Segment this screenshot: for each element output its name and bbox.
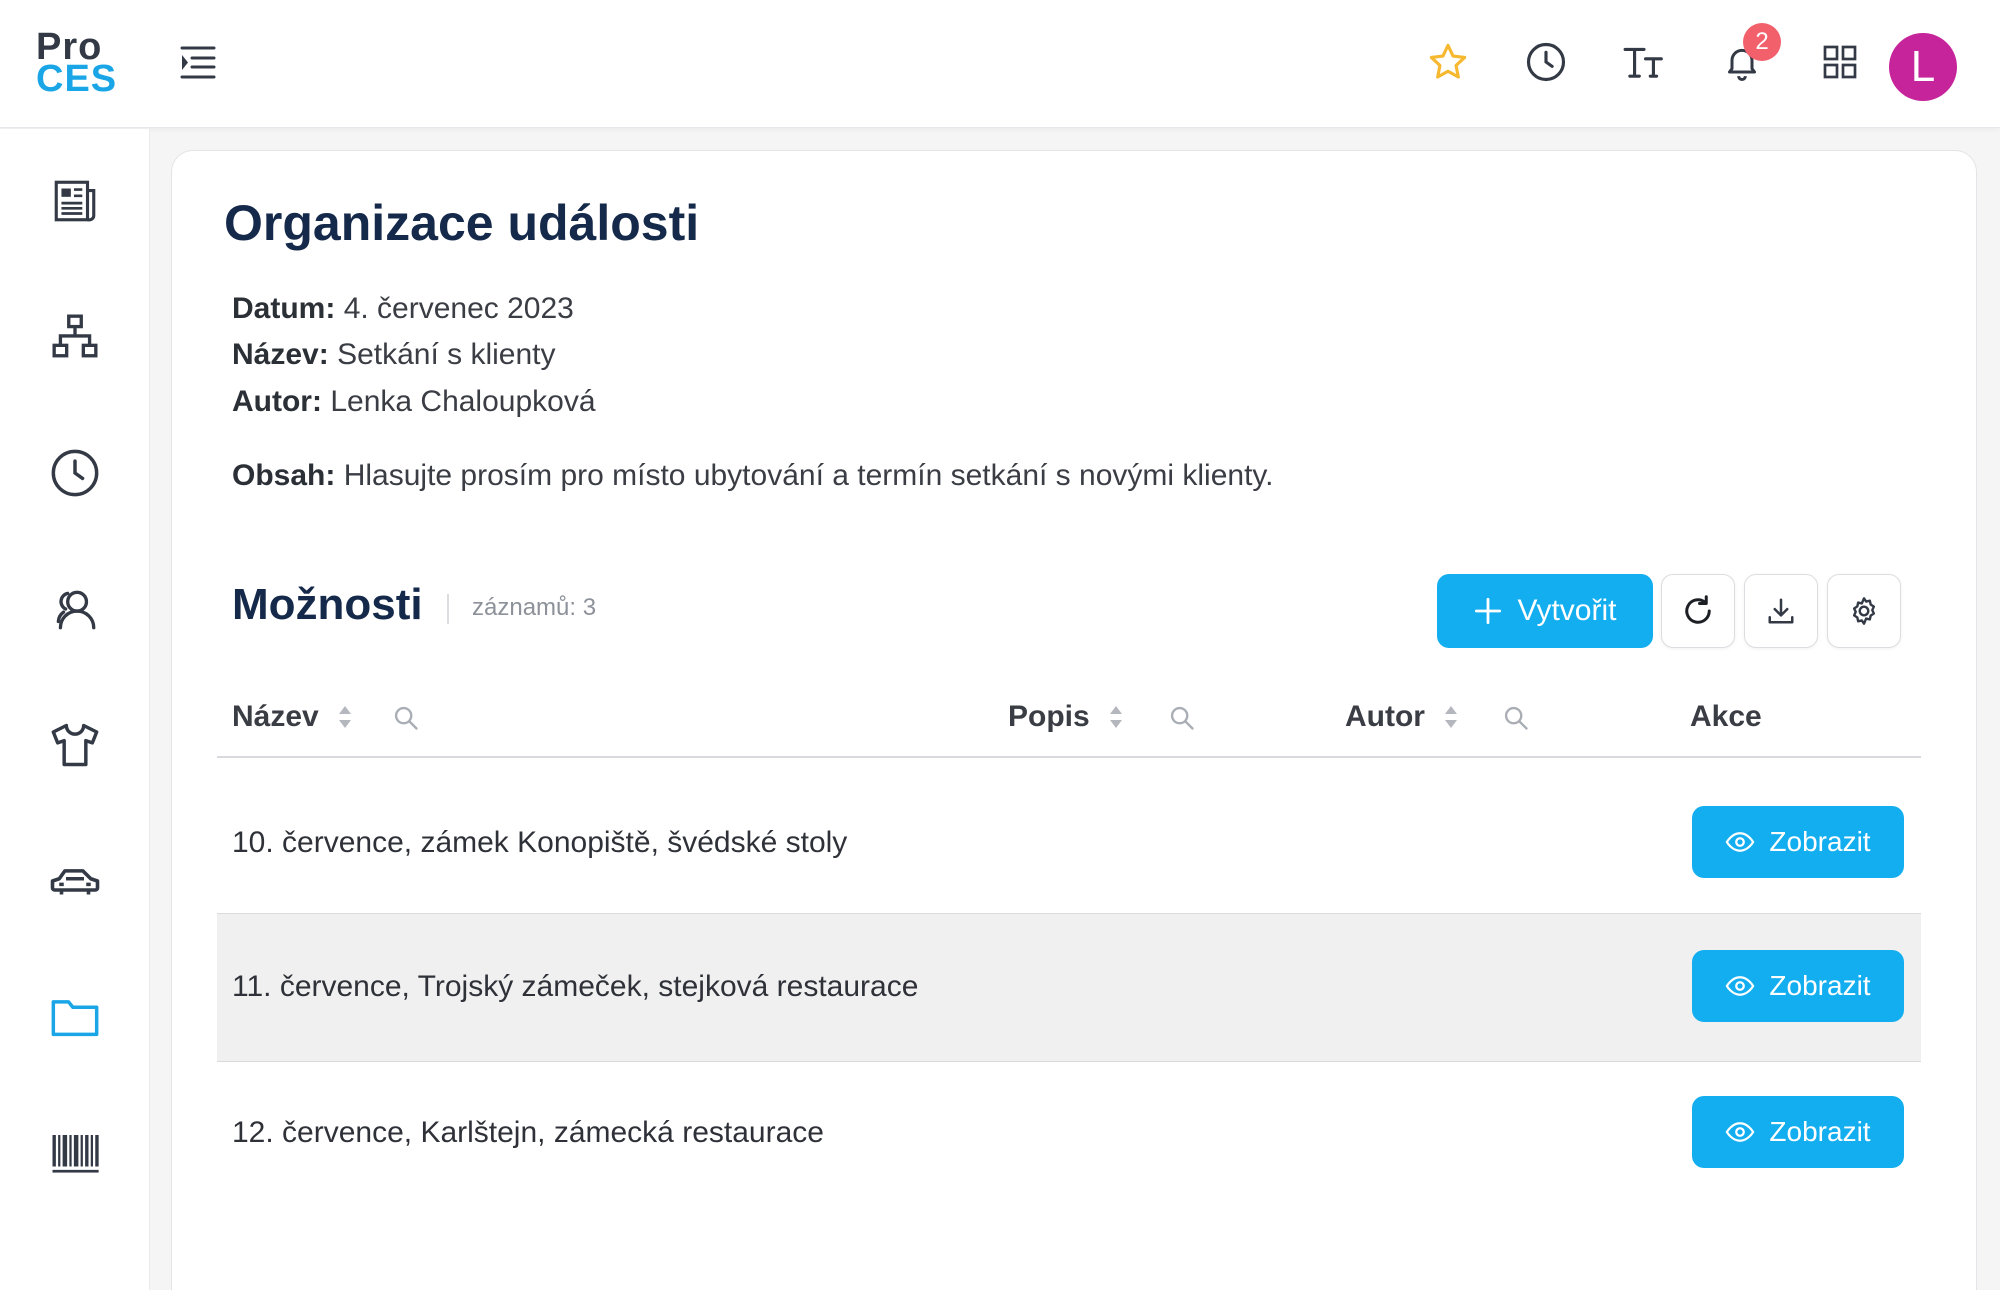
name-value: Setkání s klienty	[337, 338, 556, 371]
sidebar	[0, 129, 150, 1290]
sort-icon[interactable]	[1108, 704, 1124, 730]
user-avatar[interactable]: L	[1889, 33, 1957, 101]
column-actions-label: Akce	[1690, 700, 1762, 733]
eye-icon	[1726, 1122, 1755, 1142]
create-label: Vytvořit	[1517, 594, 1617, 627]
car-icon	[50, 869, 100, 895]
clock-icon	[51, 449, 99, 497]
star-icon	[1429, 43, 1467, 79]
date-label: Datum:	[232, 292, 336, 325]
plus-icon	[1474, 597, 1501, 625]
row-name: 11. července, Trojský zámeček, stejková …	[232, 970, 919, 1003]
newspaper-icon	[54, 180, 96, 222]
sidebar-item-structure[interactable]	[45, 307, 105, 367]
column-author-label: Autor	[1345, 700, 1425, 733]
org-chart-icon	[52, 314, 98, 358]
users-icon	[56, 590, 96, 630]
clock-icon	[1526, 42, 1566, 82]
author-label: Autor:	[232, 385, 322, 418]
sort-icon[interactable]	[1443, 704, 1459, 730]
indent-menu-icon	[180, 46, 216, 79]
app-logo[interactable]: Pro CES	[36, 28, 118, 100]
notification-badge: 2	[1743, 23, 1781, 61]
menu-toggle-button[interactable]	[176, 40, 220, 84]
view-button[interactable]: Zobrazit	[1692, 950, 1904, 1022]
font-size-button[interactable]	[1618, 36, 1670, 88]
table-row: 11. července, Trojský zámeček, stejková …	[217, 914, 1921, 1062]
logo-text-ces: CES	[36, 58, 118, 100]
table-row: 12. července, Karlštejn, zámecká restaur…	[217, 1062, 1921, 1210]
folder-icon	[51, 1000, 99, 1037]
refresh-button[interactable]	[1661, 574, 1735, 648]
sort-icon[interactable]	[337, 704, 353, 730]
event-name: Název: Setkání s klienty	[232, 338, 556, 372]
top-bar: Pro CES 2 L	[0, 0, 2000, 128]
column-name-label: Název	[232, 700, 319, 733]
event-author: Autor: Lenka Chaloupková	[232, 385, 596, 419]
sidebar-item-attendance[interactable]	[45, 443, 105, 503]
view-button[interactable]: Zobrazit	[1692, 806, 1904, 878]
column-description-label: Popis	[1008, 700, 1090, 733]
row-name: 12. července, Karlštejn, zámecká restaur…	[232, 1116, 824, 1149]
tshirt-icon	[51, 723, 99, 767]
name-label: Název:	[232, 338, 329, 371]
sidebar-item-vehicles[interactable]	[45, 851, 105, 911]
gear-icon	[1852, 597, 1876, 625]
search-icon[interactable]	[1168, 704, 1198, 734]
author-value: Lenka Chaloupková	[330, 385, 596, 418]
column-header-author[interactable]: Autor	[1345, 700, 1459, 734]
sidebar-item-clothing[interactable]	[45, 715, 105, 775]
section-title: Možnosti	[232, 580, 423, 629]
content-label: Obsah:	[232, 459, 336, 492]
column-header-name[interactable]: Název	[232, 700, 353, 734]
sidebar-item-news[interactable]	[45, 171, 105, 231]
column-header-actions: Akce	[1690, 700, 1762, 734]
table-row: 10. července, zámek Konopiště, švédské s…	[217, 758, 1921, 914]
page-title: Organizace události	[224, 195, 700, 251]
export-button[interactable]	[1744, 574, 1818, 648]
record-count: záznamů: 3	[472, 594, 597, 621]
title-divider	[447, 594, 449, 624]
eye-icon	[1726, 976, 1755, 996]
grid-icon	[1823, 45, 1857, 79]
date-value: 4. červenec 2023	[343, 292, 574, 325]
history-button[interactable]	[1520, 36, 1572, 88]
barcode-icon	[52, 1135, 99, 1173]
eye-icon	[1726, 832, 1755, 852]
event-content: Obsah: Hlasujte prosím pro místo ubytová…	[232, 459, 1274, 493]
content-value: Hlasujte prosím pro místo ubytování a te…	[343, 459, 1274, 492]
favorites-button[interactable]	[1422, 36, 1474, 88]
sidebar-item-people[interactable]	[45, 579, 105, 639]
event-date: Datum: 4. červenec 2023	[232, 292, 574, 326]
settings-button[interactable]	[1827, 574, 1901, 648]
view-label: Zobrazit	[1769, 826, 1871, 857]
row-name: 10. července, zámek Konopiště, švédské s…	[232, 826, 848, 859]
sidebar-item-inventory[interactable]	[45, 1123, 105, 1183]
create-button[interactable]: Vytvořit	[1437, 574, 1653, 648]
search-icon[interactable]	[392, 704, 422, 734]
refresh-icon	[1685, 595, 1711, 624]
search-icon[interactable]	[1502, 704, 1532, 734]
apps-button[interactable]	[1814, 36, 1866, 88]
view-button[interactable]: Zobrazit	[1692, 1096, 1904, 1168]
sidebar-item-documents[interactable]	[45, 987, 105, 1047]
text-size-icon	[1623, 47, 1663, 78]
column-header-description[interactable]: Popis	[1008, 700, 1124, 734]
download-icon	[1768, 598, 1794, 624]
view-label: Zobrazit	[1769, 970, 1871, 1001]
view-label: Zobrazit	[1769, 1116, 1871, 1147]
